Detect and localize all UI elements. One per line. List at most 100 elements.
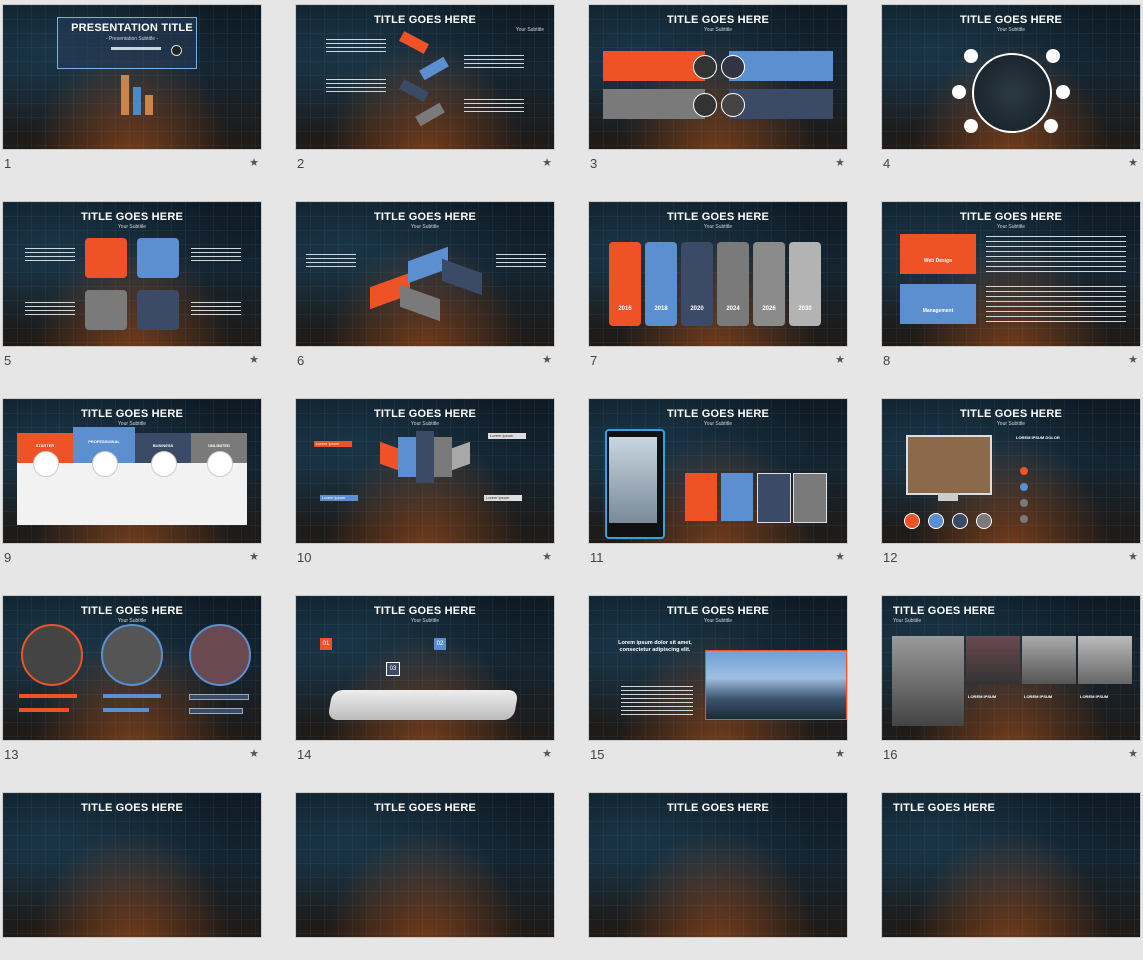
slide-subtitle: - Presentation Subtitle - [105,36,159,42]
star-icon[interactable]: ★ [1128,747,1138,760]
slide-thumbnail[interactable]: TITLE GOES HERE Your Subtitle 5 ★ [2,201,262,369]
slide-title: TITLE GOES HERE [959,211,1062,223]
slide-subtitle: Your Subtitle [410,421,440,427]
star-icon[interactable]: ★ [1128,353,1138,366]
star-icon[interactable]: ★ [1128,550,1138,563]
slide-title: TITLE GOES HERE [959,14,1062,26]
text-block [496,254,546,270]
star-icon[interactable]: ★ [542,747,552,760]
slide-thumbnail[interactable]: TITLE GOES HERE Your Subtitle 01 02 03 1… [295,595,555,763]
text-block [464,99,524,113]
slide-thumbnail[interactable]: TITLE GOES HERE Your Subtitle 4 ★ [881,4,1141,172]
phone-screen [609,437,657,523]
photo-tile [1022,636,1076,684]
star-icon[interactable]: ★ [542,353,552,366]
section-heading: LOREM IPSUM DOLOR [1016,435,1060,440]
timeline-column [753,242,785,326]
slide-7-preview[interactable]: TITLE GOES HERE Your Subtitle 2016 2018 … [588,201,848,347]
star-icon[interactable]: ★ [835,747,845,760]
slide-18-preview[interactable]: TITLE GOES HERE [295,792,555,938]
slide-thumbnail[interactable]: TITLE GOES HERE [295,792,555,960]
slide-20-preview[interactable]: TITLE GOES HERE [881,792,1141,938]
slide-4-preview[interactable]: TITLE GOES HERE Your Subtitle [881,4,1141,150]
slide-thumbnail[interactable]: PRESENTATION TITLE - Presentation Subtit… [2,4,262,172]
slide-19-preview[interactable]: TITLE GOES HERE [588,792,848,938]
timeline-column [717,242,749,326]
slide-thumbnail[interactable]: TITLE GOES HERE Your Subtitle 3 ★ [588,4,848,172]
slide-thumbnail[interactable]: TITLE GOES HERE Your Subtitle 2016 2018 … [588,201,848,369]
slide-2-preview[interactable]: TITLE GOES HERE Your Subtitle [295,4,555,150]
checklist [986,236,1126,274]
slide-number: 4 [883,156,891,171]
feature-card [685,473,717,521]
star-icon[interactable]: ★ [542,156,552,169]
author-bar [111,47,161,50]
slide-thumbnail[interactable]: TITLE GOES HERE [588,792,848,960]
slide-thumbnail[interactable]: TITLE GOES HERE Your Subtitle Web Design… [881,201,1141,369]
slide-11-preview[interactable]: TITLE GOES HERE Your Subtitle [588,398,848,544]
star-icon[interactable]: ★ [835,156,845,169]
progress-bar [189,708,243,714]
slide-9-preview[interactable]: TITLE GOES HERE Your Subtitle STARTER PR… [2,398,262,544]
slide-thumbnail[interactable]: TITLE GOES HERE Your Subtitle Lorem Ipsu… [295,398,555,566]
logo-icon [171,45,182,56]
plan-name: UNLIMITED [208,443,230,448]
strength-panel [603,51,705,81]
star-icon[interactable]: ★ [249,747,259,760]
star-icon[interactable]: ★ [249,353,259,366]
slide-thumbnail[interactable]: TITLE GOES HERE Your Subtitle STARTER PR… [2,398,262,566]
slide-title: TITLE GOES HERE [666,14,769,26]
slide-title: TITLE GOES HERE [666,408,769,420]
slide-title: TITLE GOES HERE [80,408,183,420]
slide-subtitle: Your Subtitle [893,618,922,624]
slide-16-preview[interactable]: TITLE GOES HERE Your Subtitle LOREM IPSU… [881,595,1141,741]
feature-card [793,473,827,523]
timeline-column [681,242,713,326]
step-tile [85,238,127,278]
slide-13-preview[interactable]: TITLE GOES HERE Your Subtitle [2,595,262,741]
slide-10-preview[interactable]: TITLE GOES HERE Your Subtitle Lorem Ipsu… [295,398,555,544]
slide-subtitle: Your Subtitle [410,618,440,624]
slide-12-preview[interactable]: TITLE GOES HERE Your Subtitle LOREM IPSU… [881,398,1141,544]
slide-14-preview[interactable]: TITLE GOES HERE Your Subtitle 01 02 03 [295,595,555,741]
step-tile [85,290,127,330]
slide-17-preview[interactable]: TITLE GOES HERE [2,792,262,938]
timeline-column [609,242,641,326]
slide-thumbnail[interactable]: TITLE GOES HERE [2,792,262,960]
star-icon[interactable]: ★ [835,353,845,366]
slide-6-preview[interactable]: TITLE GOES HERE Your Subtitle [295,201,555,347]
star-icon[interactable]: ★ [1128,156,1138,169]
slide-5-preview[interactable]: TITLE GOES HERE Your Subtitle [2,201,262,347]
slide-title: TITLE GOES HERE [373,605,476,617]
slide-15-preview[interactable]: TITLE GOES HERE Your Subtitle Lorem ipsu… [588,595,848,741]
slide-thumbnail[interactable]: TITLE GOES HERE Your Subtitle LOREM IPSU… [881,398,1141,566]
star-icon[interactable]: ★ [249,156,259,169]
star-icon[interactable]: ★ [249,550,259,563]
slide-title: TITLE GOES HERE [373,211,476,223]
slide-thumbnail[interactable]: TITLE GOES HERE Your Subtitle LOREM IPSU… [881,595,1141,763]
slide-8-preview[interactable]: TITLE GOES HERE Your Subtitle Web Design… [881,201,1141,347]
price-circle [33,451,59,477]
slide-number: 9 [4,550,12,565]
price-circle [151,451,177,477]
slide-number: 7 [590,353,598,368]
tag-label: Lorem Ipsum [484,495,522,501]
slide-title: TITLE GOES HERE [893,802,996,814]
slide-thumbnail[interactable]: TITLE GOES HERE Your Subtitle 13 ★ [2,595,262,763]
slide-thumbnail[interactable]: TITLE GOES HERE [881,792,1141,960]
slide-thumbnail[interactable]: TITLE GOES HERE Your Subtitle 6 ★ [295,201,555,369]
slide-1-preview[interactable]: PRESENTATION TITLE - Presentation Subtit… [2,4,262,150]
slide-thumbnail[interactable]: TITLE GOES HERE Your Subtitle 11 ★ [588,398,848,566]
bullet-icon [1020,515,1028,523]
slide-thumbnail[interactable]: TITLE GOES HERE Your Subtitle Lorem ipsu… [588,595,848,763]
slide-3-preview[interactable]: TITLE GOES HERE Your Subtitle [588,4,848,150]
step-badge: 01 [320,638,332,650]
bullet-icon [1020,483,1028,491]
monitor-screen [906,435,992,495]
slide-thumbnail[interactable]: TITLE GOES HERE Your Subtitle 2 ★ [295,4,555,172]
client-icon [1046,49,1060,63]
text-block [306,254,356,270]
star-icon[interactable]: ★ [835,550,845,563]
plan-name: PROFESSIONAL [88,439,120,444]
star-icon[interactable]: ★ [542,550,552,563]
